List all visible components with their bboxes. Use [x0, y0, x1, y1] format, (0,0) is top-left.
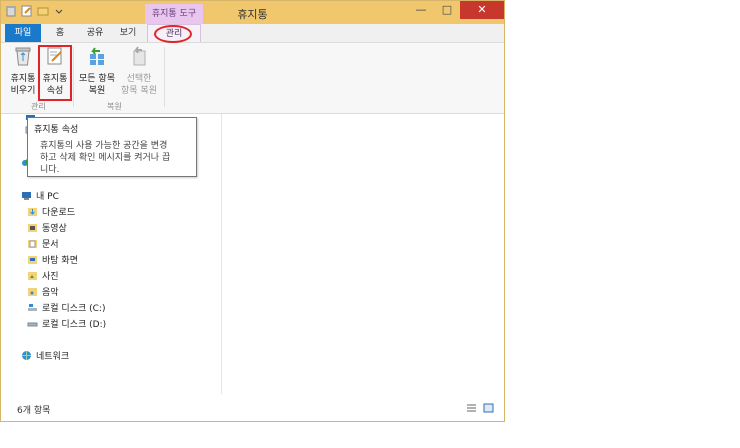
- explorer-window: 휴지통 도구 휴지통 — □ ✕ 파일 홈 공유 보기 관리 ⊣ ? 휴지통 비…: [0, 0, 505, 422]
- maximize-button[interactable]: □: [434, 1, 460, 19]
- ribbon-tabs: 파일 홈 공유 보기 관리 ⊣ ?: [1, 24, 504, 62]
- restore-selected-icon: [133, 46, 146, 66]
- restore-all-items-button[interactable]: 모든 항목 복원: [75, 45, 119, 97]
- system-drive-icon: [28, 304, 37, 311]
- large-icons-view-icon[interactable]: [483, 403, 494, 413]
- nav-item-music[interactable]: 음악: [27, 285, 59, 298]
- documents-folder-icon: [28, 240, 37, 248]
- nav-item-documents[interactable]: 문서: [27, 237, 59, 250]
- tooltip-title: 휴지통 속성: [34, 125, 79, 135]
- annotation-highlight-box: [38, 45, 72, 101]
- tab-share[interactable]: 공유: [79, 24, 111, 42]
- nav-item-videos[interactable]: 동영상: [27, 221, 67, 234]
- nav-item-desktop[interactable]: 바탕 화면: [27, 253, 78, 266]
- restore-all-icon: [90, 47, 104, 65]
- ribbon-separator: [73, 47, 74, 107]
- tooltip-body-line-3: 니다.: [40, 165, 60, 175]
- tab-view[interactable]: 보기: [113, 24, 143, 42]
- nav-item-this-pc[interactable]: 내 PC: [21, 189, 59, 202]
- status-bar: 6개 항목: [1, 397, 504, 421]
- nav-item-pictures[interactable]: 사진: [27, 269, 59, 282]
- empty-recycle-bin-button[interactable]: 휴지통 비우기: [7, 45, 39, 97]
- drive-icon: [27, 322, 38, 327]
- tooltip-body-line-1: 휴지통의 사용 가능한 공간을 변경: [40, 141, 168, 151]
- nav-item-network[interactable]: 네트워크: [21, 349, 69, 362]
- ribbon-panel: 휴지통 비우기 휴지통 속성 모든 항목 복원 선택한 항목 복원 관리 복원: [1, 43, 504, 114]
- music-folder-icon: [28, 288, 37, 296]
- tab-home[interactable]: 홈: [45, 24, 75, 42]
- window-controls: — □ ✕: [408, 1, 504, 19]
- desktop-folder-icon: [28, 256, 37, 264]
- properties-tooltip: 휴지통 속성 휴지통의 사용 가능한 공간을 변경 하고 삭제 확인 메시지를 …: [27, 117, 197, 177]
- details-view-icon[interactable]: [466, 403, 477, 413]
- nav-item-local-disk-d[interactable]: 로컬 디스크 (D:): [27, 317, 106, 330]
- tooltip-body-line-2: 하고 삭제 확인 메시지를 켜거나 끕: [40, 153, 171, 163]
- nav-item-local-disk-c[interactable]: 로컬 디스크 (C:): [27, 301, 105, 314]
- computer-icon: [22, 192, 31, 200]
- downloads-folder-icon: [28, 208, 37, 216]
- pictures-folder-icon: [28, 272, 37, 280]
- item-count: 6개 항목: [17, 406, 51, 416]
- restore-selected-items-button[interactable]: 선택한 항목 복원: [119, 45, 159, 97]
- close-button[interactable]: ✕: [460, 1, 504, 19]
- title-bar[interactable]: 휴지통 도구 휴지통 — □ ✕: [1, 1, 504, 24]
- minimize-button[interactable]: —: [408, 1, 434, 19]
- network-icon: [22, 351, 31, 360]
- ribbon-separator: [164, 47, 165, 107]
- videos-folder-icon: [28, 224, 37, 232]
- recycle-bin-icon: [15, 47, 31, 66]
- annotation-circle: [154, 25, 192, 43]
- group-label-manage: 관리: [31, 102, 46, 111]
- view-toggle-group: [466, 403, 494, 413]
- tab-file[interactable]: 파일: [5, 24, 41, 42]
- group-label-restore: 복원: [107, 102, 122, 111]
- nav-item-downloads[interactable]: 다운로드: [27, 205, 75, 218]
